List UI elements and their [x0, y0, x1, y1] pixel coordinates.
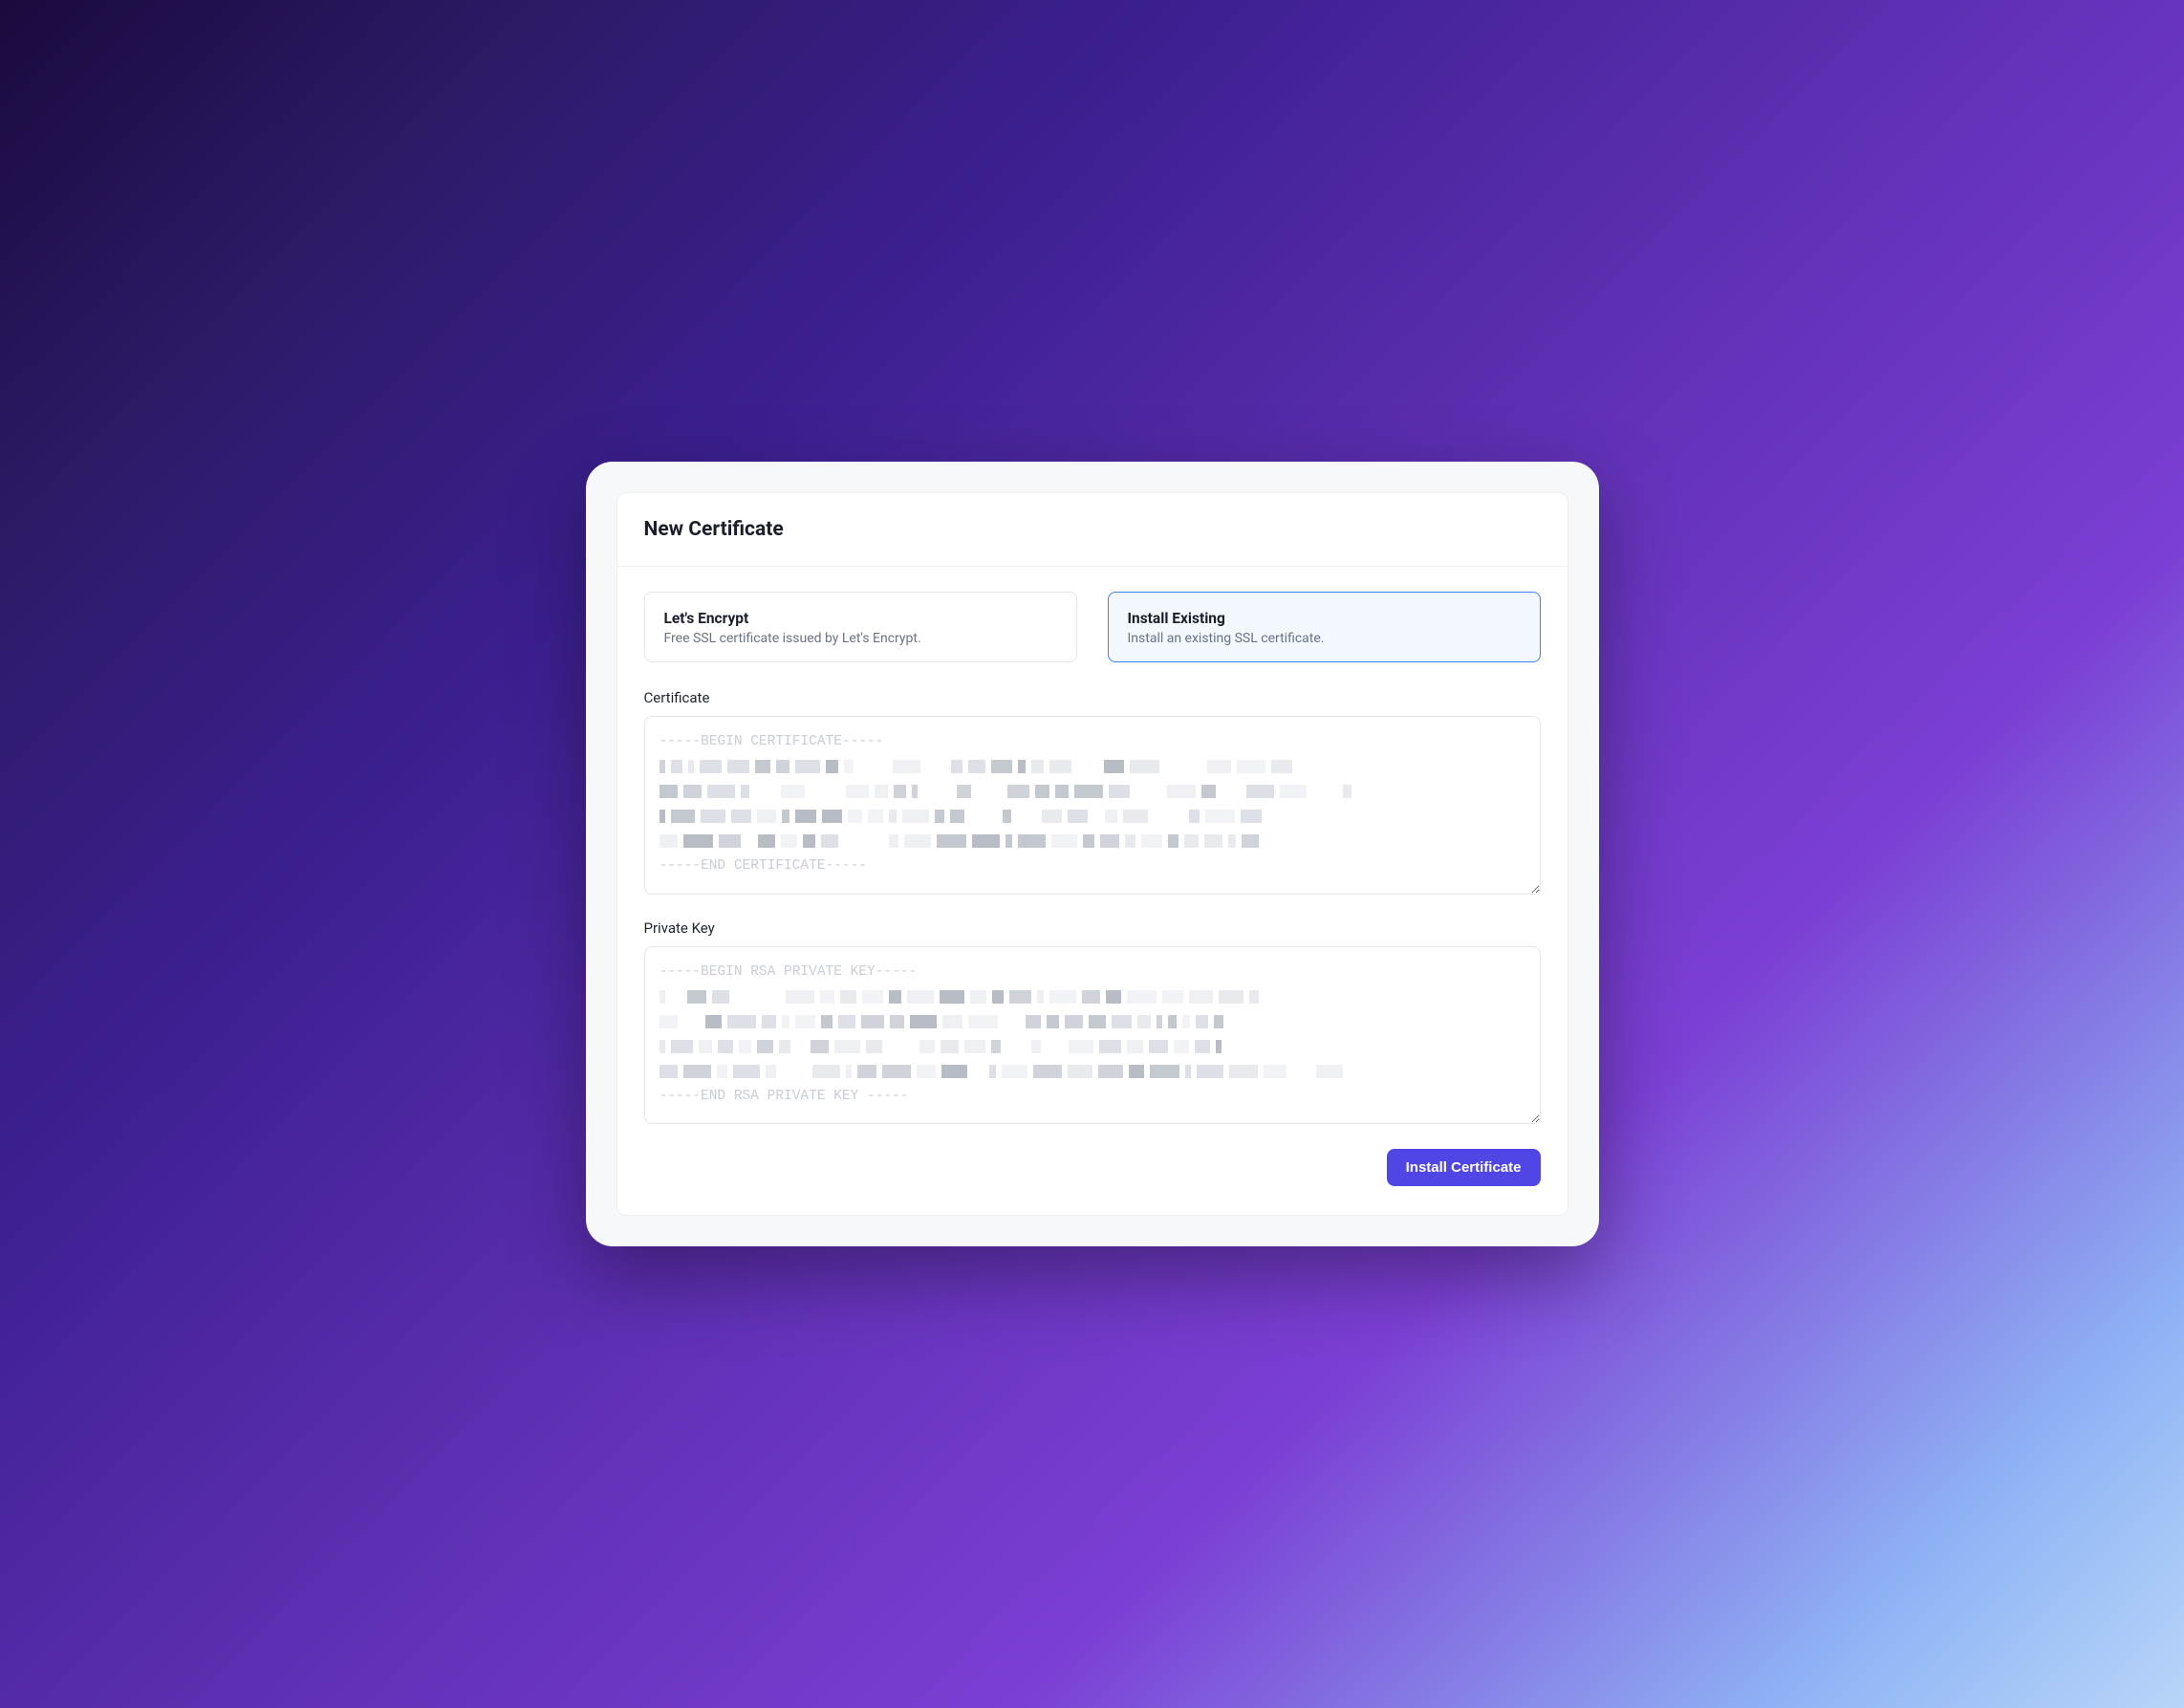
- option-lets-encrypt[interactable]: Let's Encrypt Free SSL certificate issue…: [644, 592, 1077, 662]
- actions-row: Install Certificate: [644, 1149, 1541, 1186]
- option-install-existing-desc: Install an existing SSL certificate.: [1128, 631, 1521, 646]
- card-header: New Certificate: [617, 493, 1568, 567]
- page-title: New Certificate: [644, 518, 1541, 541]
- card-body: Let's Encrypt Free SSL certificate issue…: [617, 567, 1568, 1215]
- certificate-type-options: Let's Encrypt Free SSL certificate issue…: [644, 592, 1541, 662]
- private-key-field-wrap: -----BEGIN RSA PRIVATE KEY----- -----END…: [644, 946, 1541, 1129]
- option-install-existing-title: Install Existing: [1128, 610, 1521, 627]
- private-key-label: Private Key: [644, 919, 1541, 937]
- option-lets-encrypt-desc: Free SSL certificate issued by Let's Enc…: [664, 631, 1057, 646]
- certificate-textarea[interactable]: [644, 716, 1541, 895]
- certificate-field-wrap: -----BEGIN CERTIFICATE----- -----END CER…: [644, 716, 1541, 898]
- outer-panel: New Certificate Let's Encrypt Free SSL c…: [586, 462, 1599, 1246]
- option-install-existing[interactable]: Install Existing Install an existing SSL…: [1108, 592, 1541, 662]
- certificate-label: Certificate: [644, 689, 1541, 706]
- install-certificate-button[interactable]: Install Certificate: [1387, 1149, 1541, 1186]
- private-key-textarea[interactable]: [644, 946, 1541, 1125]
- option-lets-encrypt-title: Let's Encrypt: [664, 610, 1057, 627]
- certificate-card: New Certificate Let's Encrypt Free SSL c…: [616, 492, 1568, 1216]
